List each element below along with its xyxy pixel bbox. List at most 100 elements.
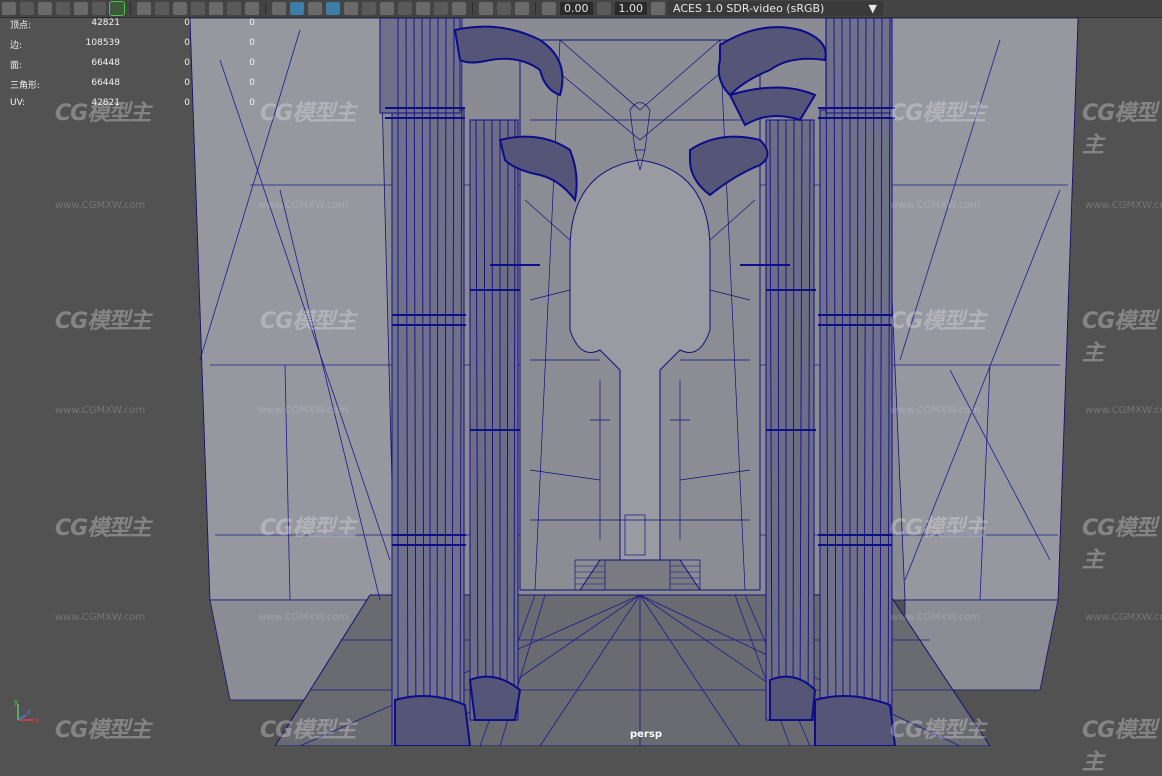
- watermark-url: www.CGMXW.com: [890, 612, 981, 623]
- hud-value: 0: [184, 98, 190, 108]
- wireframe-icon[interactable]: [272, 2, 286, 15]
- hud-label: 边:: [10, 41, 23, 51]
- xray-active-icon[interactable]: [515, 2, 529, 15]
- watermark-logo: CG模型主: [890, 718, 986, 743]
- camera-select-icon[interactable]: [20, 2, 34, 15]
- watermark-url: www.CGMXW.com: [55, 405, 146, 416]
- camera-icon[interactable]: [2, 2, 16, 15]
- camera-pan-icon[interactable]: [92, 2, 106, 15]
- watermark-logo: CG模型主: [55, 516, 151, 541]
- perspective-viewport[interactable]: [0, 18, 1162, 746]
- smooth-shade-icon[interactable]: [290, 2, 304, 15]
- watermark-logo: CG模型主: [1082, 718, 1157, 775]
- shadows-icon[interactable]: [380, 2, 394, 15]
- hud-value: 108539: [85, 38, 120, 48]
- safe-title-icon[interactable]: [245, 2, 259, 15]
- color-space-dropdown[interactable]: ACES 1.0 SDR-video (sRGB) ▼: [667, 1, 883, 16]
- gamma-field[interactable]: 1.00: [614, 2, 647, 15]
- bookmark-icon[interactable]: [56, 2, 70, 15]
- toolbar-separator: [535, 2, 536, 15]
- color-management-icon[interactable]: [651, 2, 665, 15]
- watermark-logo: CG模型主: [890, 101, 986, 126]
- xray-joints-icon[interactable]: [497, 2, 511, 15]
- watermark-url: www.CGMXW.com: [1085, 612, 1162, 623]
- toolbar-separator: [130, 2, 131, 15]
- axis-y-label: y: [14, 698, 18, 706]
- viewport-toolbar: 0.00 1.00 ACES 1.0 SDR-video (sRGB) ▼: [0, 0, 1162, 18]
- hud-value: 0: [184, 38, 190, 48]
- hud-row-faces: 面: 66448 0 0: [0, 58, 260, 78]
- xray-icon[interactable]: [344, 2, 358, 15]
- watermark-logo: CG模型主: [260, 309, 356, 334]
- watermark-url: www.CGMXW.com: [258, 612, 349, 623]
- safe-action-icon[interactable]: [227, 2, 241, 15]
- hud-value: 0: [184, 58, 190, 68]
- anti-alias-icon[interactable]: [434, 2, 448, 15]
- watermark-url: www.CGMXW.com: [55, 200, 146, 211]
- hud-label: UV:: [10, 98, 26, 108]
- ambient-occlusion-icon[interactable]: [398, 2, 412, 15]
- watermark-logo: CG模型主: [260, 718, 356, 743]
- hud-value: 0: [249, 98, 255, 108]
- scene-wireframe: [0, 18, 1162, 746]
- hud-row-vertices: 顶点: 42821 0 0: [0, 18, 260, 38]
- hud-value: 66448: [91, 58, 120, 68]
- watermark-url: www.CGMXW.com: [55, 612, 146, 623]
- hud-value: 0: [249, 78, 255, 88]
- film-gate-icon[interactable]: [155, 2, 169, 15]
- lights-icon[interactable]: [362, 2, 376, 15]
- watermark-logo: CG模型主: [1082, 309, 1157, 366]
- watermark-logo: CG模型主: [55, 309, 151, 334]
- watermark-logo: CG模型主: [260, 101, 356, 126]
- watermark-logo: CG模型主: [890, 309, 986, 334]
- hud-value: 0: [184, 18, 190, 28]
- watermark-logo: CG模型主: [1082, 101, 1157, 158]
- field-chart-icon[interactable]: [209, 2, 223, 15]
- hud-label: 三角形:: [10, 81, 41, 91]
- watermark-url: www.CGMXW.com: [258, 405, 349, 416]
- axis-x-label: x: [35, 717, 39, 725]
- motion-blur-icon[interactable]: [416, 2, 430, 15]
- hud-value: 0: [249, 38, 255, 48]
- color-space-label: ACES 1.0 SDR-video (sRGB): [673, 2, 825, 15]
- resolution-gate-icon[interactable]: [173, 2, 187, 15]
- watermark-logo: CG模型主: [890, 516, 986, 541]
- camera-exposure-icon[interactable]: [542, 2, 556, 15]
- camera-attr-icon[interactable]: [38, 2, 52, 15]
- image-plane-icon[interactable]: [74, 2, 88, 15]
- poly-count-hud: 顶点: 42821 0 0 边: 108539 0 0 面: 66448 0 0…: [0, 18, 260, 118]
- axis-gizmo: y x z: [12, 698, 42, 728]
- hud-value: 0: [184, 78, 190, 88]
- wireframe-on-shaded-icon[interactable]: [326, 2, 340, 15]
- grease-pencil-icon[interactable]: [109, 1, 125, 16]
- gate-mask-icon[interactable]: [191, 2, 205, 15]
- depth-of-field-icon[interactable]: [452, 2, 466, 15]
- watermark-logo: CG模型主: [55, 718, 151, 743]
- hud-value: 0: [249, 58, 255, 68]
- hud-value: 42821: [91, 98, 120, 108]
- watermark-url: www.CGMXW.com: [890, 200, 981, 211]
- watermark-logo: CG模型主: [260, 516, 356, 541]
- grid-icon[interactable]: [137, 2, 151, 15]
- hud-row-uvs: UV: 42821 0 0: [0, 98, 260, 118]
- watermark-url: www.CGMXW.com: [1085, 200, 1162, 211]
- toolbar-separator: [472, 2, 473, 15]
- isolate-select-icon[interactable]: [479, 2, 493, 15]
- hud-label: 顶点:: [10, 21, 32, 31]
- hud-value: 42821: [91, 18, 120, 28]
- default-material-icon[interactable]: [308, 2, 322, 15]
- hud-value: 66448: [91, 78, 120, 88]
- exposure-field[interactable]: 0.00: [560, 2, 593, 15]
- watermark-url: www.CGMXW.com: [258, 200, 349, 211]
- chevron-down-icon: ▼: [868, 2, 877, 15]
- gamma-icon[interactable]: [596, 2, 611, 15]
- watermark-url: www.CGMXW.com: [1085, 405, 1162, 416]
- hud-value: 0: [249, 18, 255, 28]
- camera-name-label: persp: [630, 729, 662, 740]
- axis-z-label: z: [27, 708, 31, 716]
- toolbar-separator: [265, 2, 266, 15]
- hud-row-triangles: 三角形: 66448 0 0: [0, 78, 260, 98]
- watermark-url: www.CGMXW.com: [890, 405, 981, 416]
- watermark-logo: CG模型主: [1082, 516, 1157, 573]
- hud-label: 面:: [10, 61, 23, 71]
